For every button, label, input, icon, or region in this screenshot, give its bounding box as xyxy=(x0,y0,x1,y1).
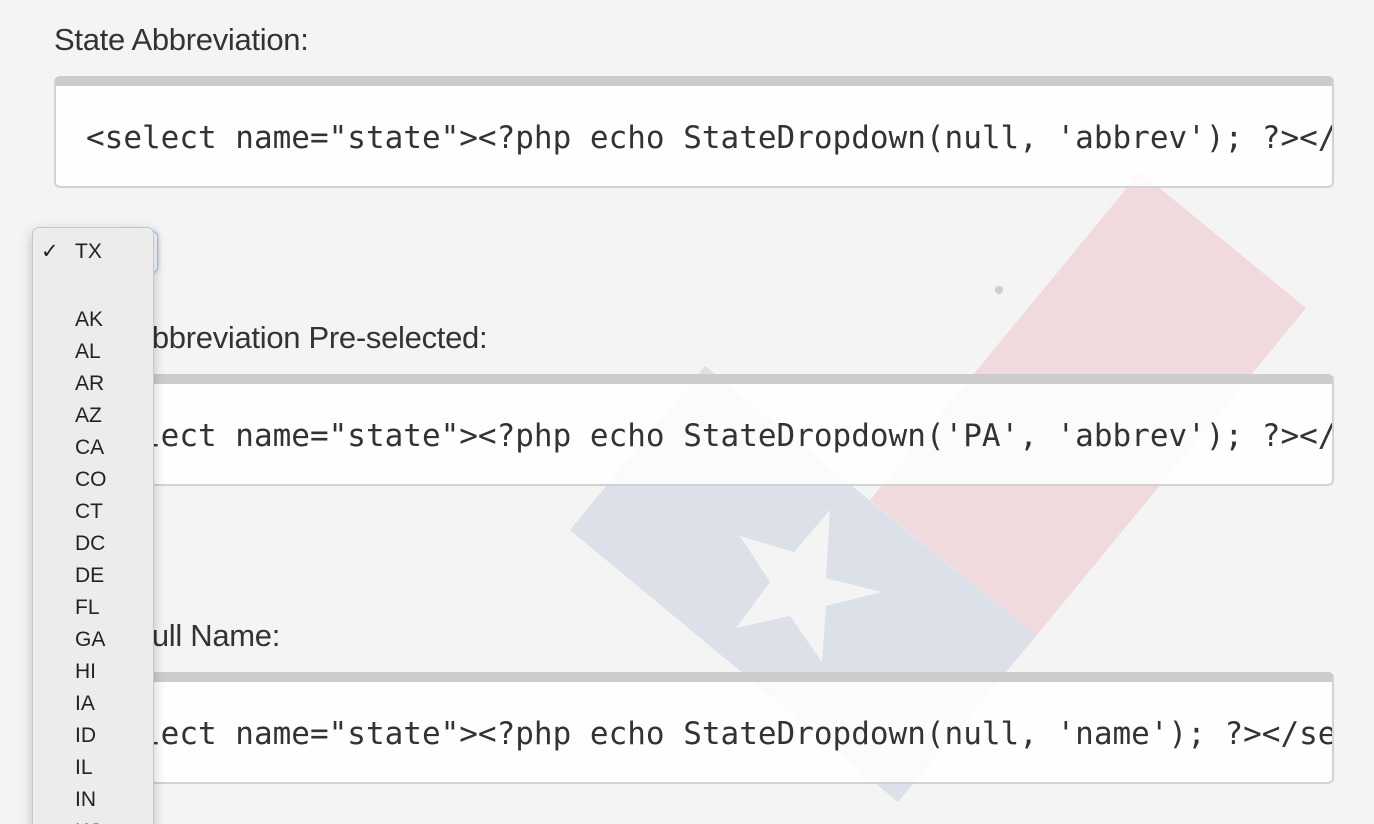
dropdown-options: AK AL AR AZ CA CO CT DC DE FL GA HI IA I… xyxy=(33,304,153,824)
dropdown-option[interactable]: HI xyxy=(33,656,153,688)
dropdown-option[interactable]: KS xyxy=(33,816,153,824)
section-label: State Full Name: xyxy=(54,618,281,653)
code-snippet: <select name="state"><?php echo StateDro… xyxy=(86,716,1334,752)
dropdown-option[interactable]: DE xyxy=(33,560,153,592)
code-snippet: <select name="state"><?php echo StateDro… xyxy=(86,418,1334,454)
code-block: <select name="state"><?php echo StateDro… xyxy=(54,76,1334,188)
dropdown-option[interactable]: IA xyxy=(33,688,153,720)
dropdown-option[interactable]: IL xyxy=(33,752,153,784)
code-block: <select name="state"><?php echo StateDro… xyxy=(54,374,1334,486)
dropdown-option-selected[interactable]: ✓ TX xyxy=(33,236,153,268)
dropdown-option[interactable]: ID xyxy=(33,720,153,752)
code-block: <select name="state"><?php echo StateDro… xyxy=(54,672,1334,784)
section-label: State Abbreviation: xyxy=(54,22,309,57)
dropdown-option[interactable]: AL xyxy=(33,336,153,368)
section-state-abbreviation: State Abbreviation: <select name="state"… xyxy=(54,20,1334,188)
dropdown-option[interactable]: AR xyxy=(33,368,153,400)
page: State Abbreviation: <select name="state"… xyxy=(0,0,1374,824)
section-label: State Abbreviation Pre-selected: xyxy=(54,320,488,355)
dropdown-option[interactable]: IN xyxy=(33,784,153,816)
dropdown-option[interactable]: AK xyxy=(33,304,153,336)
dropdown-option[interactable]: FL xyxy=(33,592,153,624)
dropdown-option-label: TX xyxy=(75,240,102,263)
dropdown-option[interactable]: CT xyxy=(33,496,153,528)
section-state-abbreviation-preselected: State Abbreviation Pre-selected: <select… xyxy=(54,318,1334,486)
checkmark-icon: ✓ xyxy=(41,240,59,263)
dropdown-option[interactable]: AZ xyxy=(33,400,153,432)
dropdown-option[interactable]: CA xyxy=(33,432,153,464)
state-dropdown-list[interactable]: ✓ TX AK AL AR AZ CA CO CT DC DE FL GA HI… xyxy=(32,227,154,824)
dropdown-option[interactable]: DC xyxy=(33,528,153,560)
dropdown-option[interactable]: CO xyxy=(33,464,153,496)
dropdown-option[interactable]: GA xyxy=(33,624,153,656)
section-state-full-name: State Full Name: <select name="state"><?… xyxy=(54,616,1334,784)
watermark-dot xyxy=(995,286,1003,294)
code-snippet: <select name="state"><?php echo StateDro… xyxy=(86,120,1334,156)
